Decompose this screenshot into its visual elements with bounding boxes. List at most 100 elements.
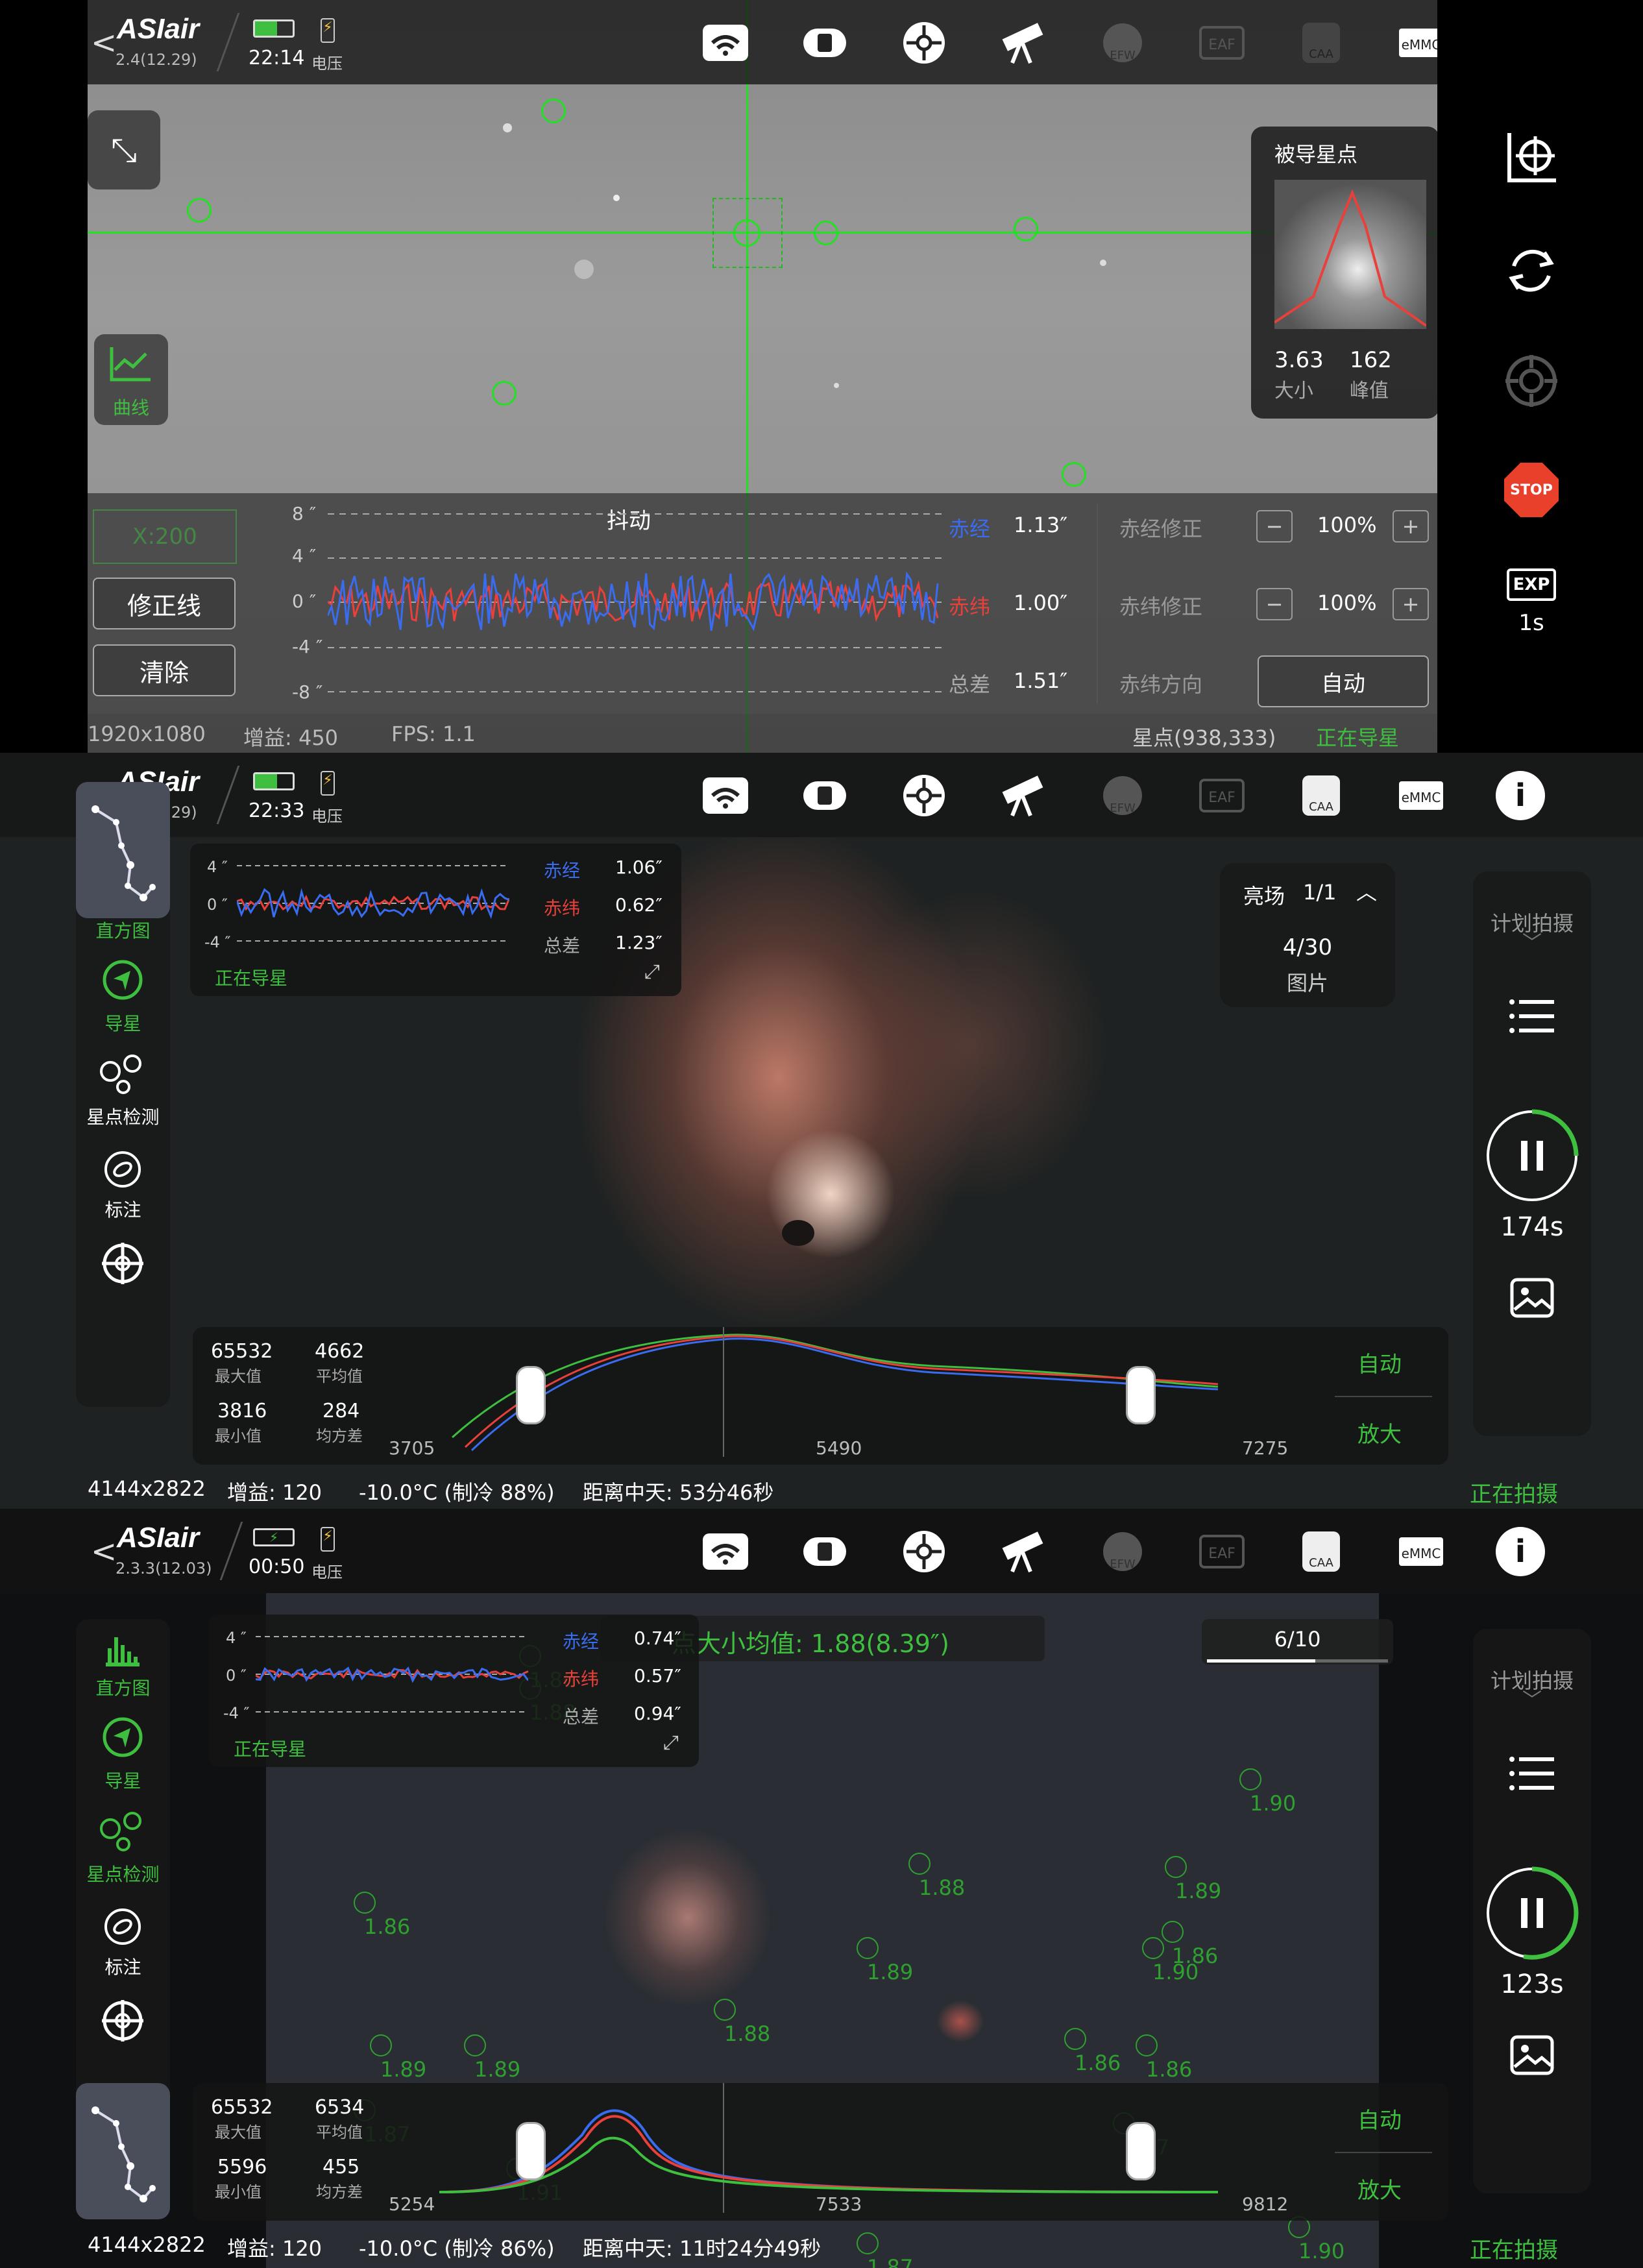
voltage-icon: ⚡ (321, 18, 335, 43)
clock: 00:50 (249, 1555, 305, 1578)
wifi-icon[interactable] (701, 1527, 750, 1576)
histogram-label[interactable]: 直方图 (76, 917, 170, 943)
chevron-up-icon[interactable]: ︿ (1356, 876, 1377, 906)
star-size-label: 1.86 (1146, 2057, 1193, 2082)
info-icon[interactable]: i (1496, 771, 1545, 820)
telescope-icon[interactable] (998, 1527, 1047, 1576)
star-size-label: 1.90 (1250, 1791, 1296, 1816)
guide-icon[interactable] (102, 959, 143, 1001)
expand-icon[interactable]: ⤢ (663, 1731, 679, 1754)
svg-text:CAA: CAA (1309, 1556, 1333, 1570)
cooler-temp: -10.0°C (制冷 88%) (359, 1480, 555, 1505)
battery-charging-icon: ⚡ (253, 1528, 295, 1546)
annotate-icon[interactable] (101, 1147, 145, 1191)
mini-guide-graph[interactable]: 4 ″ 0 ″ -4 ″ 赤经 1.06″ 赤纬 0.62″ 总差 1.23″ … (190, 844, 681, 996)
auto-stretch-button[interactable]: 自动 (1357, 2103, 1402, 2134)
mini-guide-graph[interactable]: 4 ″ 0 ″ -4 ″ 赤经 0.74″ 赤纬 0.57″ 总差 0.94″ … (209, 1615, 699, 1767)
capture-column: 计划拍摄 ﹀ 174s (1473, 872, 1591, 1436)
histogram-panel: 65532 最大值 4662 平均值 3816 最小值 284 均方差 3705… (193, 1327, 1448, 1465)
correction-line-button[interactable]: 修正线 (93, 578, 236, 629)
eaf-icon[interactable]: EAF (1197, 18, 1247, 67)
auto-stretch-button[interactable]: 自动 (1357, 1347, 1402, 1378)
crosshair-icon[interactable] (101, 1241, 145, 1286)
pause-button[interactable] (1485, 1108, 1579, 1203)
annotate-icon[interactable] (101, 1905, 145, 1949)
caa-icon[interactable]: CAA (1296, 18, 1346, 67)
storage-switch-icon[interactable] (800, 1527, 849, 1576)
star-size-label: 1.89 (474, 2057, 521, 2082)
guide-status: 正在导星 (234, 1738, 307, 1760)
annotate-label[interactable]: 标注 (76, 1953, 170, 1979)
minimize-icon[interactable]: ⤡ (88, 110, 160, 189)
gallery-icon[interactable] (1509, 2034, 1555, 2076)
list-icon[interactable] (1509, 998, 1555, 1034)
sky-map-thumbnail[interactable] (76, 2083, 170, 2219)
histogram-label[interactable]: 直方图 (76, 1674, 170, 1700)
svg-text:EAF: EAF (1208, 790, 1235, 806)
sky-map-thumbnail[interactable] (76, 782, 170, 918)
back-icon[interactable]: < (91, 1533, 117, 1570)
list-icon[interactable] (1509, 1755, 1555, 1792)
info-icon[interactable]: i (1496, 1527, 1545, 1576)
guide-icon[interactable] (102, 1716, 143, 1758)
telescope-icon[interactable] (998, 18, 1047, 67)
histogram-high-slider[interactable] (1126, 1366, 1156, 1424)
storage-switch-icon[interactable] (800, 18, 849, 67)
dec-value: 1.00″ (1014, 591, 1068, 615)
star-detect-icon[interactable] (99, 1053, 147, 1096)
dec-direction-select[interactable]: 自动 (1258, 655, 1429, 707)
guide-scope-icon[interactable] (899, 771, 949, 820)
star-size-label: 1.88 (919, 1875, 966, 1900)
eaf-icon[interactable]: EAF (1197, 771, 1247, 820)
histogram-low-slider[interactable] (516, 1366, 546, 1424)
histogram-high-slider[interactable] (1126, 2122, 1156, 2180)
wifi-icon[interactable] (701, 18, 750, 67)
dec-correction-plus-button[interactable]: + (1393, 588, 1429, 620)
exposure-value[interactable]: 1s (1507, 610, 1556, 636)
emmc-icon[interactable]: eMMC (1396, 771, 1446, 820)
storage-switch-icon[interactable] (800, 771, 849, 820)
dec-correction-minus-button[interactable]: − (1256, 588, 1293, 620)
crosshair-icon[interactable] (101, 1999, 145, 2043)
caa-icon[interactable]: CAA (1296, 771, 1346, 820)
histogram-low-slider[interactable] (516, 2122, 546, 2180)
wifi-icon[interactable] (701, 771, 750, 820)
chevron-down-icon[interactable]: ﹀ (1473, 1684, 1591, 1713)
telescope-icon[interactable] (998, 771, 1047, 820)
guide-label[interactable]: 导星 (76, 1767, 170, 1793)
frame-type-panel[interactable]: 亮场 1/1 ︿ 4/30 图片 (1220, 863, 1395, 1007)
ra-label: 赤经 (949, 517, 991, 541)
star-detect-icon[interactable] (99, 1811, 147, 1853)
exposure-icon[interactable]: EXP (1507, 568, 1556, 601)
clear-button[interactable]: 清除 (93, 644, 236, 696)
pause-button[interactable] (1485, 1866, 1579, 1960)
star-size-label: 1.90 (1298, 2239, 1345, 2263)
stop-button[interactable]: STOP (1504, 463, 1559, 517)
guide-scope-icon[interactable] (899, 18, 949, 67)
zoom-button[interactable]: 放大 (1357, 1417, 1402, 1448)
ra-correction-minus-button[interactable]: − (1256, 510, 1293, 543)
guide-target-icon[interactable] (1504, 354, 1559, 408)
ra-correction-plus-button[interactable]: + (1393, 510, 1429, 543)
guide-scope-icon[interactable] (899, 1527, 949, 1576)
efw-icon[interactable]: EFW (1098, 1527, 1147, 1576)
emmc-icon[interactable]: eMMC (1396, 1527, 1446, 1576)
star-detect-label[interactable]: 星点检测 (76, 1860, 170, 1886)
x-scale-button[interactable]: X:200 (93, 509, 237, 564)
histogram-icon[interactable] (102, 1632, 143, 1668)
efw-icon[interactable]: EFW (1098, 18, 1147, 67)
back-icon[interactable]: < (91, 25, 117, 61)
chevron-down-icon[interactable]: ﹀ (1473, 927, 1591, 955)
zoom-button[interactable]: 放大 (1357, 2173, 1402, 2204)
caa-icon[interactable]: CAA (1296, 1527, 1346, 1576)
star-detect-label[interactable]: 星点检测 (76, 1103, 170, 1129)
calibrate-icon[interactable] (1504, 130, 1559, 184)
guide-label[interactable]: 导星 (76, 1010, 170, 1036)
efw-icon[interactable]: EFW (1098, 771, 1147, 820)
eaf-icon[interactable]: EAF (1197, 1527, 1247, 1576)
loop-icon[interactable] (1504, 243, 1559, 298)
graph-toggle-button[interactable]: 曲线 (94, 334, 168, 425)
gallery-icon[interactable] (1509, 1277, 1555, 1319)
expand-icon[interactable]: ⤢ (644, 960, 660, 983)
annotate-label[interactable]: 标注 (76, 1196, 170, 1222)
